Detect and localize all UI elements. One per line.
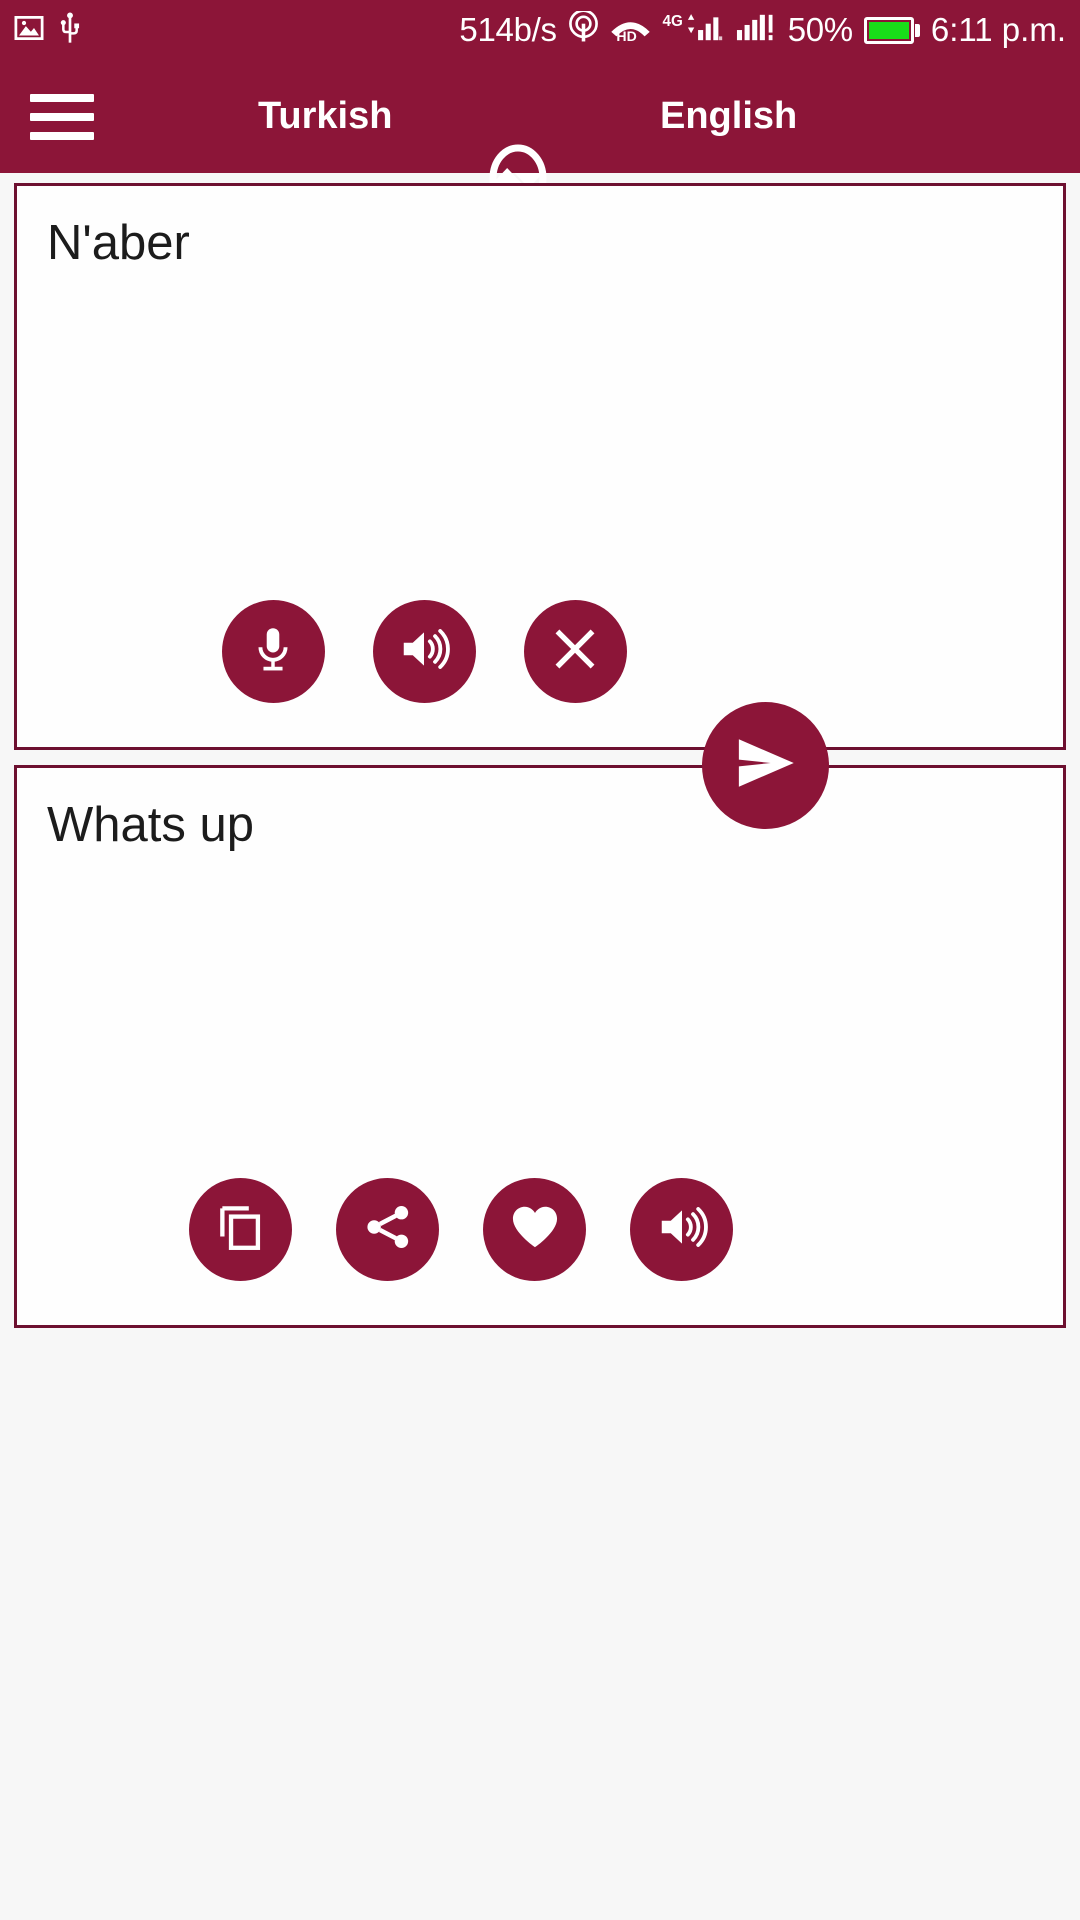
speak-source-button[interactable] — [372, 600, 476, 703]
status-bar: 514b/s HD 4G 50% 6:11 p.m. — [0, 0, 1080, 60]
source-text[interactable]: N'aber — [47, 214, 1033, 273]
source-language-selector[interactable]: Turkish — [258, 95, 392, 138]
send-icon — [729, 726, 803, 805]
app-bar: Turkish English — [0, 60, 1080, 212]
battery-percent-text: 50% — [787, 11, 853, 48]
signal-bars-icon — [735, 11, 777, 49]
speaker-icon — [655, 1200, 709, 1259]
svg-text:4G: 4G — [662, 13, 682, 30]
network-speed-text: 514b/s — [459, 11, 557, 48]
status-bar-right-icons: 514b/s HD 4G 50% 6:11 p.m. — [459, 9, 1066, 49]
favorite-button[interactable] — [483, 1178, 586, 1281]
signal-bars-icon: 4G — [662, 11, 724, 49]
battery-icon — [863, 16, 920, 44]
speak-target-button[interactable] — [630, 1178, 733, 1281]
target-language-selector[interactable]: English — [660, 95, 797, 138]
close-icon — [550, 624, 600, 679]
source-card-actions — [17, 600, 1063, 703]
share-button[interactable] — [336, 1178, 439, 1281]
speaker-icon — [397, 622, 451, 681]
translation-app-screen: 514b/s HD 4G 50% 6:11 p.m. Turkish Engli… — [0, 0, 1080, 1920]
microphone-icon — [247, 623, 299, 680]
target-card-actions — [17, 1178, 1063, 1281]
source-text-card[interactable]: N'aber — [14, 183, 1066, 750]
hamburger-menu-icon[interactable] — [30, 93, 94, 140]
status-bar-left-icons — [14, 12, 82, 49]
heart-icon — [508, 1200, 562, 1259]
clear-source-button[interactable] — [523, 600, 627, 703]
image-icon — [14, 13, 44, 48]
share-icon — [362, 1201, 414, 1258]
clock-text: 6:11 p.m. — [930, 11, 1066, 48]
target-text-card[interactable]: Whats up — [14, 765, 1066, 1328]
send-button[interactable] — [702, 702, 829, 829]
hotspot-icon — [568, 9, 599, 49]
microphone-button[interactable] — [221, 600, 325, 703]
copy-button[interactable] — [189, 1178, 292, 1281]
usb-icon — [58, 12, 82, 49]
target-text: Whats up — [47, 798, 254, 852]
copy-icon — [215, 1201, 267, 1258]
hd-call-icon: HD — [610, 13, 651, 48]
svg-text:HD: HD — [616, 27, 636, 42]
